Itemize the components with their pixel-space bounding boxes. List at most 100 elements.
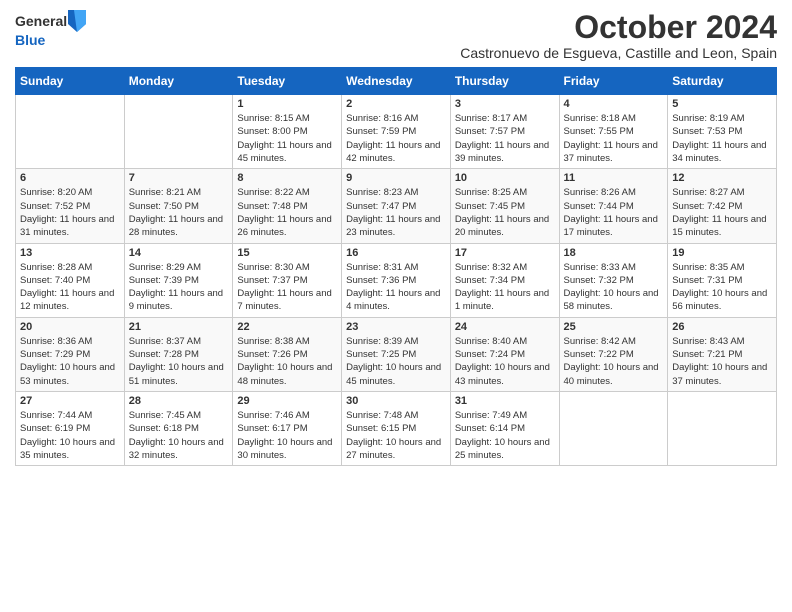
calendar-cell: 29 Sunrise: 7:46 AMSunset: 6:17 PMDayligh… (233, 391, 342, 465)
cell-info: Sunrise: 8:43 AMSunset: 7:21 PMDaylight:… (672, 335, 772, 388)
cell-day-number: 25 (564, 321, 664, 333)
calendar-week-row: 6Sunrise: 8:20 AMSunset: 7:52 PMDaylight… (16, 169, 777, 243)
subtitle: Castronuevo de Esgueva, Castille and Leo… (460, 45, 777, 61)
calendar-cell: 28 Sunrise: 7:45 AMSunset: 6:18 PMDayligh… (124, 391, 233, 465)
calendar-cell (124, 95, 233, 169)
calendar-cell: 24Sunrise: 8:40 AMSunset: 7:24 PMDayligh… (450, 317, 559, 391)
cell-day-number: 21 (129, 321, 229, 333)
cell-day-number: 16 (346, 247, 446, 259)
cell-info: Sunrise: 8:28 AMSunset: 7:40 PMDaylight:… (20, 261, 120, 314)
col-header-sunday: Sunday (16, 68, 125, 95)
cell-day-number: 23 (346, 321, 446, 333)
calendar-cell: 14 Sunrise: 8:29 AMSunset: 7:39 PMDayligh… (124, 243, 233, 317)
col-header-friday: Friday (559, 68, 668, 95)
cell-info: Sunrise: 8:38 AMSunset: 7:26 PMDaylight:… (237, 335, 337, 388)
cell-info: Sunrise: 8:23 AMSunset: 7:47 PMDaylight:… (346, 186, 446, 239)
calendar-cell: 4Sunrise: 8:18 AMSunset: 7:55 PMDaylight… (559, 95, 668, 169)
calendar-cell: 22Sunrise: 8:38 AMSunset: 7:26 PMDayligh… (233, 317, 342, 391)
cell-info: Sunrise: 8:32 AMSunset: 7:34 PMDaylight:… (455, 261, 555, 314)
calendar-cell: 5 Sunrise: 8:19 AMSunset: 7:53 PMDaylight… (668, 95, 777, 169)
calendar-table: SundayMondayTuesdayWednesdayThursdayFrid… (15, 67, 777, 466)
cell-day-number: 10 (455, 172, 555, 184)
cell-day-number: 15 (237, 247, 337, 259)
cell-day-number: 11 (564, 172, 664, 184)
cell-info: Sunrise: 8:16 AMSunset: 7:59 PMDaylight:… (346, 112, 446, 165)
main-title: October 2024 (460, 10, 777, 45)
calendar-cell: 11 Sunrise: 8:26 AMSunset: 7:44 PMDayligh… (559, 169, 668, 243)
calendar-cell: 13 Sunrise: 8:28 AMSunset: 7:40 PMDayligh… (16, 243, 125, 317)
calendar-week-row: 1Sunrise: 8:15 AMSunset: 8:00 PMDaylight… (16, 95, 777, 169)
calendar-cell: 19 Sunrise: 8:35 AMSunset: 7:31 PMDayligh… (668, 243, 777, 317)
cell-info: Sunrise: 8:25 AMSunset: 7:45 PMDaylight:… (455, 186, 555, 239)
cell-day-number: 26 (672, 321, 772, 333)
cell-info: Sunrise: 8:29 AMSunset: 7:39 PMDaylight:… (129, 261, 229, 314)
cell-info: Sunrise: 8:20 AMSunset: 7:52 PMDaylight:… (20, 186, 120, 239)
calendar-cell: 16Sunrise: 8:31 AMSunset: 7:36 PMDayligh… (342, 243, 451, 317)
calendar-cell: 23 Sunrise: 8:39 AMSunset: 7:25 PMDayligh… (342, 317, 451, 391)
logo-icon (68, 10, 86, 32)
cell-info: Sunrise: 7:49 AMSunset: 6:14 PMDaylight:… (455, 409, 555, 462)
calendar-cell: 8Sunrise: 8:22 AMSunset: 7:48 PMDaylight… (233, 169, 342, 243)
calendar-week-row: 13 Sunrise: 8:28 AMSunset: 7:40 PMDayligh… (16, 243, 777, 317)
cell-info: Sunrise: 7:46 AMSunset: 6:17 PMDaylight:… (237, 409, 337, 462)
calendar-cell: 3 Sunrise: 8:17 AMSunset: 7:57 PMDaylight… (450, 95, 559, 169)
calendar-week-row: 20 Sunrise: 8:36 AMSunset: 7:29 PMDayligh… (16, 317, 777, 391)
calendar-cell (16, 95, 125, 169)
cell-day-number: 18 (564, 247, 664, 259)
cell-info: Sunrise: 8:15 AMSunset: 8:00 PMDaylight:… (237, 112, 337, 165)
cell-info: Sunrise: 8:42 AMSunset: 7:22 PMDaylight:… (564, 335, 664, 388)
col-header-wednesday: Wednesday (342, 68, 451, 95)
calendar-cell: 26 Sunrise: 8:43 AMSunset: 7:21 PMDayligh… (668, 317, 777, 391)
cell-info: Sunrise: 8:33 AMSunset: 7:32 PMDaylight:… (564, 261, 664, 314)
page: General Blue October 2024 Castronuevo de… (0, 0, 792, 612)
col-header-monday: Monday (124, 68, 233, 95)
cell-day-number: 30 (346, 395, 446, 407)
logo-blue-text: Blue (15, 32, 45, 49)
cell-info: Sunrise: 8:19 AMSunset: 7:53 PMDaylight:… (672, 112, 772, 165)
calendar-header-row: SundayMondayTuesdayWednesdayThursdayFrid… (16, 68, 777, 95)
title-section: October 2024 Castronuevo de Esgueva, Cas… (460, 10, 777, 61)
calendar-cell: 10 Sunrise: 8:25 AMSunset: 7:45 PMDayligh… (450, 169, 559, 243)
cell-info: Sunrise: 8:35 AMSunset: 7:31 PMDaylight:… (672, 261, 772, 314)
cell-info: Sunrise: 8:37 AMSunset: 7:28 PMDaylight:… (129, 335, 229, 388)
calendar-cell (559, 391, 668, 465)
cell-info: Sunrise: 7:48 AMSunset: 6:15 PMDaylight:… (346, 409, 446, 462)
calendar-cell: 2 Sunrise: 8:16 AMSunset: 7:59 PMDaylight… (342, 95, 451, 169)
cell-day-number: 7 (129, 172, 229, 184)
calendar-cell: 30 Sunrise: 7:48 AMSunset: 6:15 PMDayligh… (342, 391, 451, 465)
header: General Blue October 2024 Castronuevo de… (15, 10, 777, 61)
cell-day-number: 2 (346, 98, 446, 110)
cell-day-number: 20 (20, 321, 120, 333)
logo: General Blue (15, 10, 86, 49)
cell-day-number: 29 (237, 395, 337, 407)
cell-day-number: 31 (455, 395, 555, 407)
cell-day-number: 3 (455, 98, 555, 110)
cell-info: Sunrise: 8:17 AMSunset: 7:57 PMDaylight:… (455, 112, 555, 165)
cell-info: Sunrise: 8:36 AMSunset: 7:29 PMDaylight:… (20, 335, 120, 388)
cell-info: Sunrise: 8:39 AMSunset: 7:25 PMDaylight:… (346, 335, 446, 388)
calendar-cell: 18 Sunrise: 8:33 AMSunset: 7:32 PMDayligh… (559, 243, 668, 317)
cell-info: Sunrise: 8:21 AMSunset: 7:50 PMDaylight:… (129, 186, 229, 239)
cell-day-number: 28 (129, 395, 229, 407)
cell-day-number: 14 (129, 247, 229, 259)
cell-day-number: 12 (672, 172, 772, 184)
cell-day-number: 5 (672, 98, 772, 110)
calendar-cell: 20 Sunrise: 8:36 AMSunset: 7:29 PMDayligh… (16, 317, 125, 391)
col-header-thursday: Thursday (450, 68, 559, 95)
cell-info: Sunrise: 7:44 AMSunset: 6:19 PMDaylight:… (20, 409, 120, 462)
calendar-week-row: 27 Sunrise: 7:44 AMSunset: 6:19 PMDayligh… (16, 391, 777, 465)
cell-day-number: 27 (20, 395, 120, 407)
cell-info: Sunrise: 7:45 AMSunset: 6:18 PMDaylight:… (129, 409, 229, 462)
cell-day-number: 19 (672, 247, 772, 259)
calendar-cell: 12Sunrise: 8:27 AMSunset: 7:42 PMDayligh… (668, 169, 777, 243)
cell-info: Sunrise: 8:26 AMSunset: 7:44 PMDaylight:… (564, 186, 664, 239)
calendar-cell: 9 Sunrise: 8:23 AMSunset: 7:47 PMDaylight… (342, 169, 451, 243)
calendar-cell: 17Sunrise: 8:32 AMSunset: 7:34 PMDayligh… (450, 243, 559, 317)
calendar-cell: 31 Sunrise: 7:49 AMSunset: 6:14 PMDayligh… (450, 391, 559, 465)
cell-day-number: 13 (20, 247, 120, 259)
cell-day-number: 9 (346, 172, 446, 184)
calendar-cell: 21 Sunrise: 8:37 AMSunset: 7:28 PMDayligh… (124, 317, 233, 391)
cell-info: Sunrise: 8:18 AMSunset: 7:55 PMDaylight:… (564, 112, 664, 165)
cell-info: Sunrise: 8:40 AMSunset: 7:24 PMDaylight:… (455, 335, 555, 388)
calendar-cell: 27 Sunrise: 7:44 AMSunset: 6:19 PMDayligh… (16, 391, 125, 465)
